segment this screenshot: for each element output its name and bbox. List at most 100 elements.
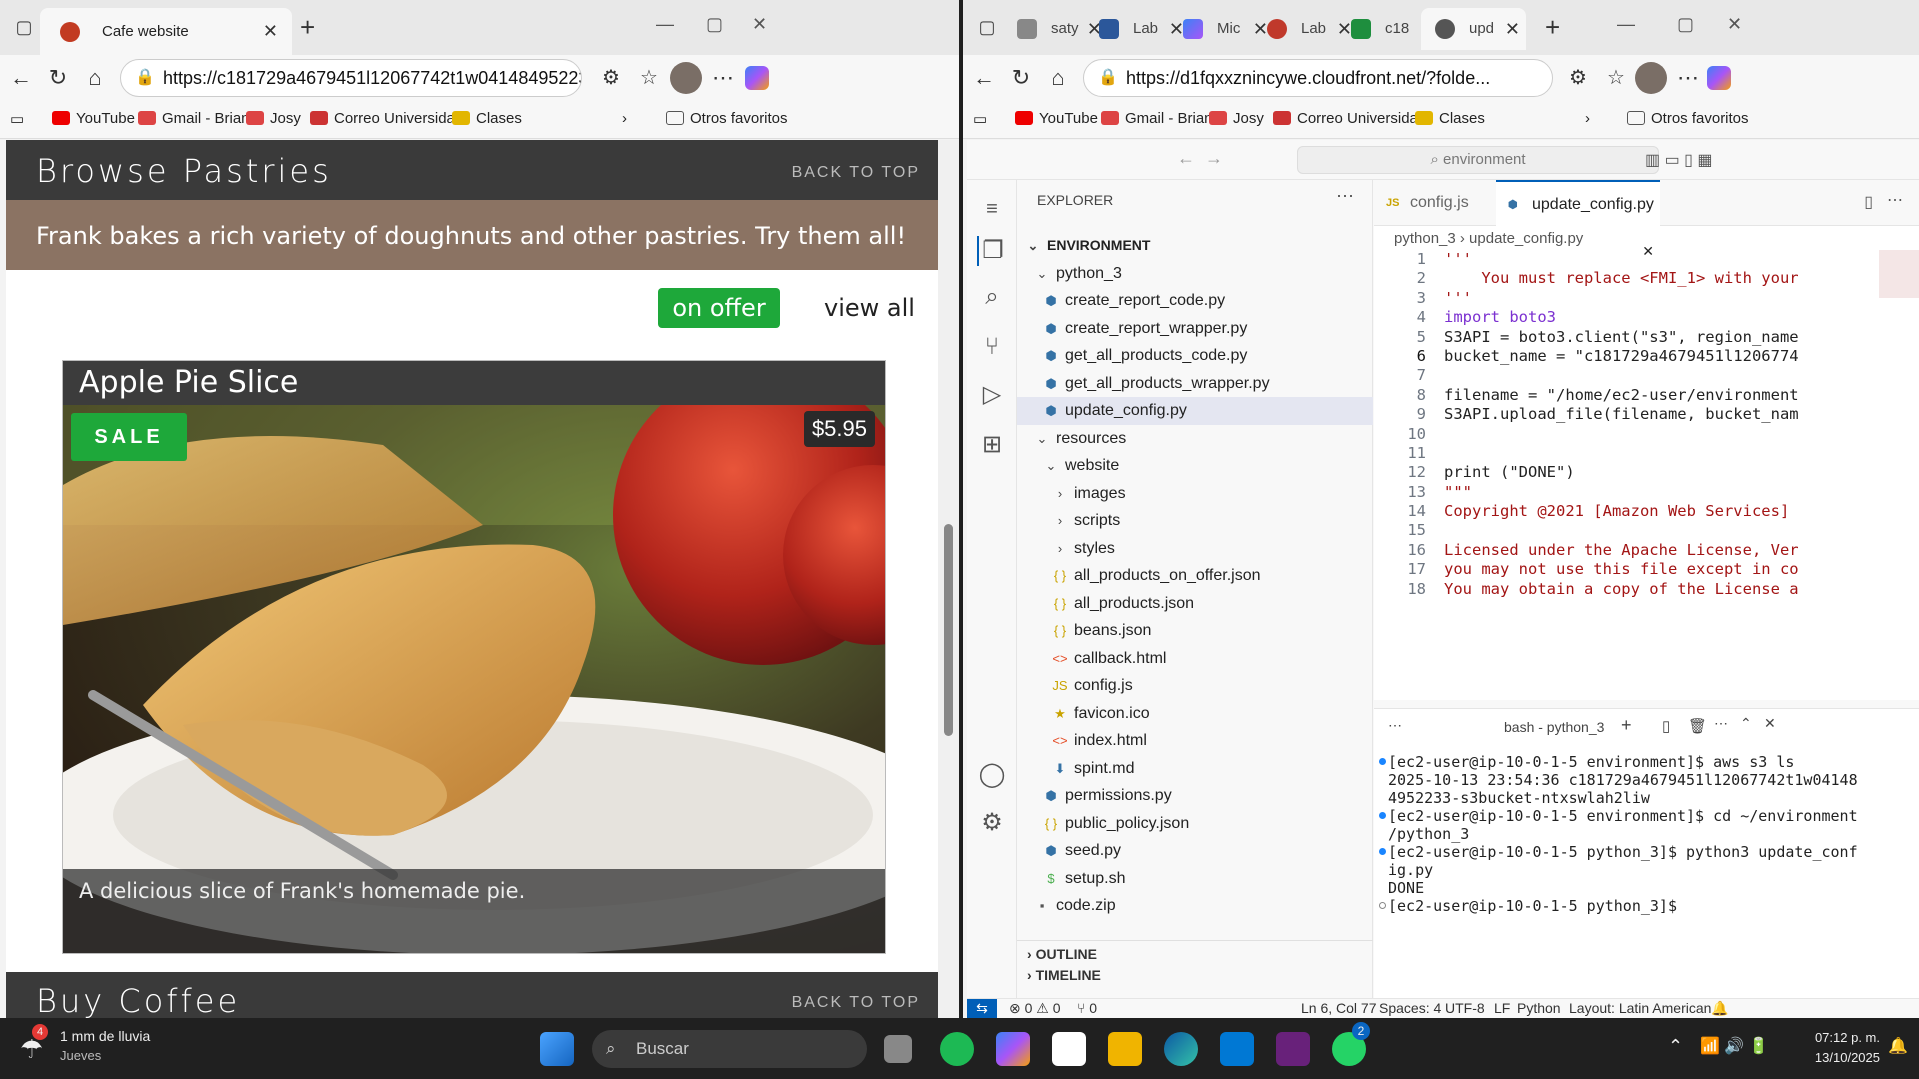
terminal-more-icon[interactable]: ⋯: [1388, 717, 1402, 734]
clock-date[interactable]: 13/10/2025: [1790, 1050, 1880, 1065]
eol[interactable]: LF: [1494, 999, 1510, 1018]
new-terminal-icon[interactable]: +: [1621, 715, 1632, 736]
terminal-title[interactable]: bash - python_3: [1504, 719, 1604, 735]
extensions-icon[interactable]: ⚙: [596, 63, 626, 93]
home-icon[interactable]: ⌂: [1043, 63, 1073, 93]
maximize-icon[interactable]: ▢: [1677, 14, 1694, 35]
tree-folder[interactable]: ⌄ resources: [1017, 425, 1373, 453]
bookmark-clases[interactable]: Clases: [1415, 110, 1485, 127]
tree-folder[interactable]: ⌄ python_3: [1017, 260, 1373, 288]
bookmark-correo[interactable]: Correo Universidad: [1273, 110, 1426, 127]
split-terminal-icon[interactable]: ▯: [1662, 717, 1670, 735]
edge-icon[interactable]: [1164, 1032, 1198, 1066]
close-window-icon[interactable]: ✕: [752, 14, 767, 35]
extensions-icon[interactable]: ⚙: [1563, 63, 1593, 93]
copilot-icon[interactable]: [745, 66, 769, 90]
tree-file[interactable]: ⬢ create_report_code.py: [1017, 287, 1373, 315]
tree-file[interactable]: <> index.html: [1017, 727, 1373, 755]
search-icon[interactable]: ⌕: [977, 282, 1007, 312]
account-icon[interactable]: ◯: [977, 760, 1007, 790]
close-panel-icon[interactable]: ✕: [1764, 715, 1776, 732]
url-field[interactable]: 🔒 https://d1fqxxznincywe.cloudfront.net/…: [1083, 59, 1553, 97]
tree-file[interactable]: ★ favicon.ico: [1017, 700, 1373, 728]
code-view[interactable]: 1 ''' 2 You must replace <FMI_1> with your…: [1374, 250, 1919, 599]
language-mode[interactable]: Python: [1517, 999, 1561, 1018]
run-debug-icon[interactable]: ▷: [977, 380, 1007, 410]
close-window-icon[interactable]: ✕: [1727, 14, 1742, 35]
explorer-icon[interactable]: ❐: [977, 236, 1007, 266]
extensions-icon[interactable]: ⊞: [977, 430, 1007, 460]
next-back-to-top-link[interactable]: BACK TO TOP: [792, 994, 920, 1012]
other-favorites[interactable]: Otros favoritos: [666, 110, 788, 127]
split-editor-icon[interactable]: ▯: [1864, 192, 1873, 212]
bookmarks-overflow-icon[interactable]: ›: [1585, 110, 1590, 127]
tree-folder[interactable]: › styles: [1017, 535, 1373, 563]
back-to-top-link[interactable]: BACK TO TOP: [792, 164, 920, 182]
tray-overflow-icon[interactable]: ⌃: [1668, 1036, 1683, 1057]
problems-indicator[interactable]: ⊗ 0 ⚠ 0: [1009, 999, 1061, 1018]
visual-studio-icon[interactable]: [1276, 1032, 1310, 1066]
start-windows-icon[interactable]: [540, 1032, 574, 1066]
tree-folder[interactable]: › scripts: [1017, 507, 1373, 535]
new-tab-button[interactable]: +: [1545, 13, 1560, 41]
bookmark-clases[interactable]: Clases: [452, 110, 522, 127]
trash-icon[interactable]: 🗑: [1688, 717, 1707, 735]
editor-more-icon[interactable]: ⋯: [1887, 190, 1903, 210]
tree-file[interactable]: { } public_policy.json: [1017, 810, 1373, 838]
more-menu-icon[interactable]: ⋯: [708, 63, 738, 93]
file-explorer-icon[interactable]: [1108, 1032, 1142, 1066]
close-tab-icon[interactable]: ✕: [263, 8, 278, 55]
tab-actions-icon[interactable]: ▢: [975, 15, 999, 39]
bookmark-gmail[interactable]: Gmail - Brian: [138, 110, 250, 127]
minimize-icon[interactable]: —: [1617, 14, 1635, 35]
back-icon[interactable]: ←: [969, 63, 999, 93]
explorer-more-icon[interactable]: ⋯: [1336, 186, 1354, 207]
task-view-icon[interactable]: [884, 1035, 912, 1063]
spotify-icon[interactable]: [940, 1032, 974, 1066]
product-card[interactable]: Apple Pie Slice SALE $5.95 A delicious s…: [62, 360, 886, 954]
command-search[interactable]: ⌕ environment: [1297, 146, 1659, 174]
nav-forward-icon[interactable]: →: [1205, 148, 1223, 169]
clock-time[interactable]: 07:12 p. m.: [1790, 1030, 1880, 1045]
favorites-icon[interactable]: ☆: [1601, 63, 1631, 93]
settings-gear-icon[interactable]: ⚙: [977, 808, 1007, 838]
close-tab-icon[interactable]: ✕: [1500, 8, 1520, 50]
tree-file[interactable]: { } all_products.json: [1017, 590, 1373, 618]
bookmarks-icon[interactable]: ▭: [973, 110, 987, 128]
encoding[interactable]: UTF-8: [1445, 999, 1485, 1018]
minimize-icon[interactable]: —: [656, 14, 674, 35]
breadcrumb[interactable]: python_3 › update_config.py: [1394, 230, 1583, 247]
editor-tab-config-js[interactable]: JS config.js: [1374, 180, 1496, 226]
tree-file[interactable]: { } beans.json: [1017, 617, 1373, 645]
source-control-icon[interactable]: ⑂: [977, 332, 1007, 362]
keyboard-layout[interactable]: Layout: Latin American: [1569, 999, 1711, 1018]
copilot-icon[interactable]: [996, 1032, 1030, 1066]
editor-tab-update-config[interactable]: ⬢ update_config.py ✕: [1496, 180, 1660, 259]
store-icon[interactable]: [1052, 1032, 1086, 1066]
panel-more-icon[interactable]: ⋯: [1714, 715, 1728, 732]
bookmark-josy[interactable]: Josy: [246, 110, 301, 127]
tree-file[interactable]: $ setup.sh: [1017, 865, 1373, 893]
wifi-sound-battery-icons[interactable]: 📶 🔊 🔋: [1700, 1036, 1769, 1056]
bookmark-youtube[interactable]: YouTube: [52, 110, 135, 127]
timeline-section[interactable]: › TIMELINE: [1017, 962, 1373, 988]
nav-back-icon[interactable]: ←: [1177, 148, 1195, 169]
on-offer-button[interactable]: on offer: [658, 288, 780, 328]
maximize-panel-icon[interactable]: ⌃: [1740, 715, 1752, 732]
other-favorites[interactable]: Otros favoritos: [1627, 110, 1749, 127]
tree-file[interactable]: { } all_products_on_offer.json: [1017, 562, 1373, 590]
vscode-icon[interactable]: [1220, 1032, 1254, 1066]
tree-file[interactable]: ⬢ update_config.py: [1017, 397, 1373, 425]
tree-file[interactable]: JS config.js: [1017, 672, 1373, 700]
layout-icons[interactable]: ▥ ▭ ▯ ▦: [1645, 150, 1713, 170]
tree-file[interactable]: ⬢ get_all_products_wrapper.py: [1017, 370, 1373, 398]
remote-icon[interactable]: ⇆: [967, 999, 997, 1018]
tab-6-active[interactable]: upd ✕: [1421, 8, 1526, 50]
notification-bell-icon[interactable]: 🔔: [1888, 1036, 1908, 1056]
refresh-icon[interactable]: ↻: [1006, 63, 1036, 93]
maximize-icon[interactable]: ▢: [706, 14, 723, 35]
new-tab-button[interactable]: +: [300, 13, 315, 41]
weather-day[interactable]: Jueves: [60, 1048, 101, 1063]
back-icon[interactable]: ←: [6, 63, 36, 93]
tree-file[interactable]: ⬢ seed.py: [1017, 837, 1373, 865]
